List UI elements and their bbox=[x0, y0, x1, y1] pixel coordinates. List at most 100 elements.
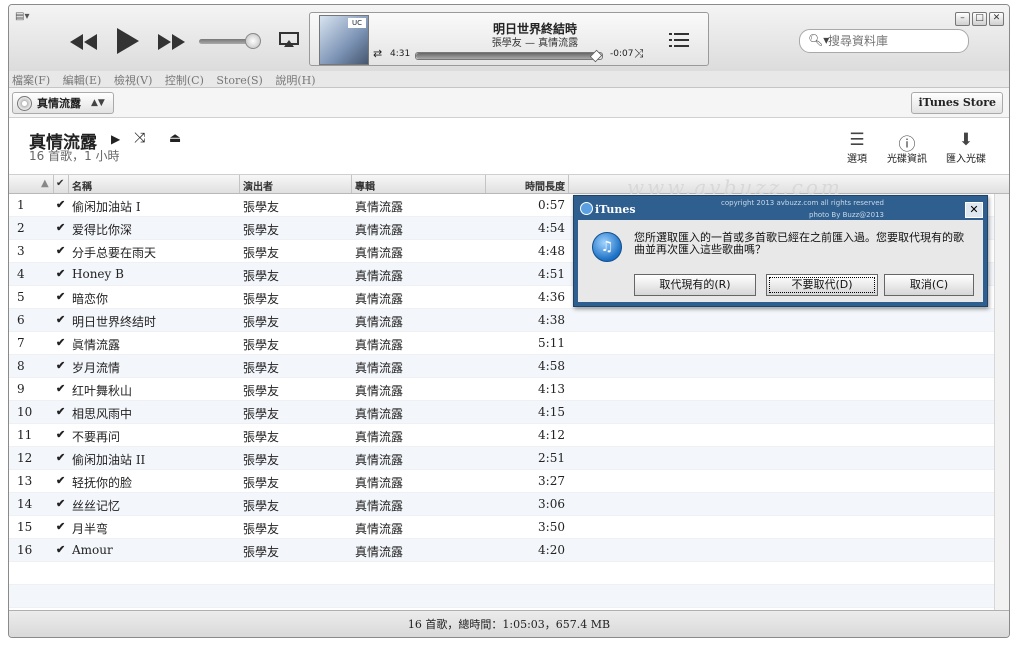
track-checkbox[interactable]: ✔ bbox=[56, 543, 65, 556]
table-row[interactable]: 11 ✔ 不要再问 張學友 真情流露 4:12 bbox=[9, 424, 994, 447]
menu-view[interactable]: 檢視(V) bbox=[111, 71, 156, 89]
menu-controls[interactable]: 控制(C) bbox=[162, 71, 207, 89]
eject-icon[interactable]: ⏏ bbox=[169, 131, 181, 146]
track-checkbox[interactable]: ✔ bbox=[56, 336, 65, 349]
table-row[interactable]: 16 ✔ Amour 張學友 真情流露 4:20 bbox=[9, 539, 994, 562]
table-row[interactable]: 15 ✔ 月半弯 張學友 真情流露 3:50 bbox=[9, 516, 994, 539]
maximize-button[interactable]: □ bbox=[972, 12, 987, 26]
elapsed-time: 4:31 bbox=[390, 49, 411, 59]
table-header: ▲ ✔ 名稱 演出者 專輯 時間長度 bbox=[9, 175, 1009, 194]
itunes-icon: ♫ bbox=[592, 232, 622, 262]
cd-info-button[interactable]: ⓘ 光碟資訊 bbox=[877, 130, 937, 165]
shuffle-icon[interactable]: ⤨ bbox=[134, 130, 145, 146]
airplay-button[interactable] bbox=[279, 32, 299, 48]
track-album: 真情流露 bbox=[355, 338, 404, 352]
table-row[interactable]: 8 ✔ 岁月流情 張學友 真情流露 4:58 bbox=[9, 355, 994, 378]
menu-store[interactable]: Store(S) bbox=[213, 73, 265, 88]
menu-file[interactable]: 檔案(F) bbox=[9, 71, 53, 89]
table-row[interactable]: 10 ✔ 相思风雨中 張學友 真情流露 4:15 bbox=[9, 401, 994, 424]
column-divider[interactable] bbox=[351, 175, 352, 193]
sort-arrow-icon[interactable]: ▲ bbox=[41, 178, 49, 189]
track-checkbox[interactable]: ✔ bbox=[56, 290, 65, 303]
track-name: 明日世界终结时 bbox=[72, 315, 157, 329]
track-time: 4:36 bbox=[538, 290, 565, 304]
track-album: 真情流露 bbox=[355, 545, 404, 559]
table-row[interactable]: 13 ✔ 轻抚你的脸 張學友 真情流露 3:27 bbox=[9, 470, 994, 493]
album-artwork[interactable]: UC bbox=[319, 15, 369, 65]
dialog-close-button[interactable]: ✕ bbox=[965, 202, 983, 218]
vertical-scrollbar[interactable] bbox=[994, 194, 1009, 610]
import-cd-button[interactable]: ⬇ 匯入光碟 bbox=[936, 130, 996, 165]
track-checkbox[interactable]: ✔ bbox=[56, 198, 65, 211]
column-header-time[interactable]: 時間長度 bbox=[489, 178, 565, 193]
play-icon[interactable]: ▶ bbox=[111, 132, 120, 146]
itunes-window: ▤▾ UC 明日世界終結時 張學友 — 真情流露 ⇄ 4:31 -0:07 ⤨ … bbox=[8, 4, 1010, 638]
track-time: 5:11 bbox=[538, 336, 565, 350]
dialog-titlebar[interactable]: iTunes copyright 2013 avbuzz.com all rig… bbox=[574, 196, 987, 220]
track-checkbox[interactable]: ✔ bbox=[56, 244, 65, 257]
column-divider[interactable] bbox=[68, 175, 69, 193]
cd-info-label: 光碟資訊 bbox=[887, 154, 927, 165]
track-checkbox[interactable]: ✔ bbox=[56, 520, 65, 533]
track-checkbox[interactable]: ✔ bbox=[56, 221, 65, 234]
table-row[interactable]: 9 ✔ 红叶舞秋山 張學友 真情流露 4:13 bbox=[9, 378, 994, 401]
track-time: 3:06 bbox=[538, 497, 565, 511]
empty-row bbox=[9, 585, 994, 608]
menu-help[interactable]: 說明(H) bbox=[272, 71, 318, 89]
menu-edit[interactable]: 編輯(E) bbox=[60, 71, 105, 89]
track-name: 红叶舞秋山 bbox=[72, 384, 133, 398]
table-row[interactable]: 7 ✔ 眞情流露 張學友 真情流露 5:11 bbox=[9, 332, 994, 355]
track-checkbox[interactable]: ✔ bbox=[56, 474, 65, 487]
track-checkbox[interactable]: ✔ bbox=[56, 428, 65, 441]
column-divider[interactable] bbox=[568, 175, 569, 193]
search-input[interactable] bbox=[826, 33, 960, 49]
next-button[interactable] bbox=[155, 27, 189, 57]
column-divider[interactable] bbox=[239, 175, 240, 193]
track-checkbox[interactable]: ✔ bbox=[56, 267, 65, 280]
check-column-header[interactable]: ✔ bbox=[56, 178, 64, 189]
track-number: 15 bbox=[17, 520, 33, 534]
track-checkbox[interactable]: ✔ bbox=[56, 451, 65, 464]
table-row[interactable]: 12 ✔ 偷闲加油站 II 張學友 真情流露 2:51 bbox=[9, 447, 994, 470]
track-artist: 張學友 bbox=[243, 384, 280, 398]
track-checkbox[interactable]: ✔ bbox=[56, 405, 65, 418]
replace-existing-button[interactable]: 取代現有的(R) bbox=[634, 274, 756, 296]
track-checkbox[interactable]: ✔ bbox=[56, 382, 65, 395]
cancel-button[interactable]: 取消(C) bbox=[884, 274, 974, 296]
track-checkbox[interactable]: ✔ bbox=[56, 497, 65, 510]
previous-button[interactable] bbox=[67, 27, 101, 57]
list-icon bbox=[669, 33, 689, 47]
close-window-button[interactable]: ✕ bbox=[989, 12, 1004, 26]
airplay-icon bbox=[279, 32, 299, 47]
volume-knob[interactable] bbox=[245, 33, 261, 49]
shuffle-icon[interactable]: ⤨ bbox=[634, 46, 644, 61]
progress-knob[interactable] bbox=[590, 49, 603, 63]
track-album: 真情流露 bbox=[355, 361, 404, 375]
track-number: 14 bbox=[17, 497, 33, 511]
repeat-icon[interactable]: ⇄ bbox=[373, 47, 382, 60]
itunes-store-button[interactable]: iTunes Store bbox=[911, 92, 1003, 114]
play-button[interactable] bbox=[112, 23, 144, 59]
track-number: 11 bbox=[17, 428, 33, 442]
track-checkbox[interactable]: ✔ bbox=[56, 359, 65, 372]
track-album: 真情流露 bbox=[355, 453, 404, 467]
column-header-artist[interactable]: 演出者 bbox=[243, 178, 273, 193]
table-row[interactable]: 14 ✔ 丝丝记忆 張學友 真情流露 3:06 bbox=[9, 493, 994, 516]
column-divider[interactable] bbox=[485, 175, 486, 193]
up-next-button[interactable] bbox=[668, 31, 690, 49]
progress-bar[interactable] bbox=[415, 49, 603, 63]
track-number: 9 bbox=[17, 382, 25, 396]
track-number: 1 bbox=[17, 198, 25, 212]
column-divider[interactable] bbox=[53, 175, 54, 193]
source-selector[interactable]: 真情流露 ▲▼ bbox=[12, 92, 114, 114]
column-header-name[interactable]: 名稱 bbox=[72, 178, 92, 193]
track-album: 真情流露 bbox=[355, 384, 404, 398]
table-row[interactable]: 6 ✔ 明日世界终结时 張學友 真情流露 4:38 bbox=[9, 309, 994, 332]
volume-slider[interactable] bbox=[199, 33, 261, 49]
track-checkbox[interactable]: ✔ bbox=[56, 313, 65, 326]
column-header-album[interactable]: 專輯 bbox=[355, 178, 375, 193]
dont-replace-button[interactable]: 不要取代(D) bbox=[766, 274, 878, 296]
search-box[interactable]: 🔍︎▾ bbox=[799, 29, 969, 53]
window-menu-icon[interactable]: ▤▾ bbox=[15, 11, 35, 23]
minimize-button[interactable]: – bbox=[955, 12, 970, 26]
